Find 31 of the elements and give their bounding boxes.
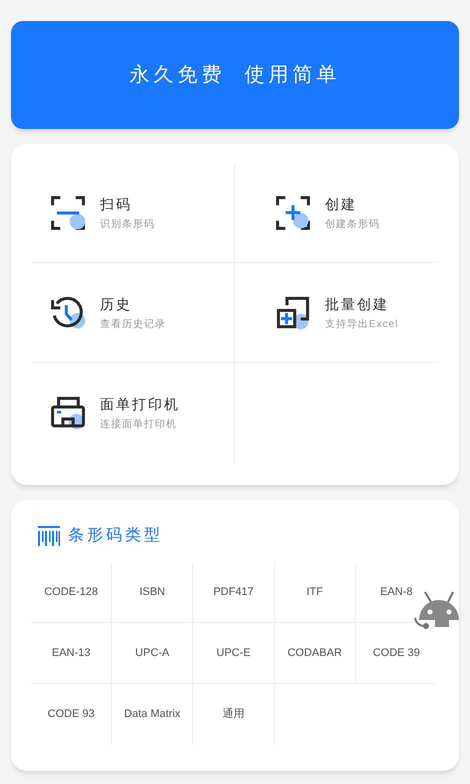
- feature-subtitle: 创建条形码: [325, 218, 380, 232]
- barcode-type[interactable]: CODE-128: [44, 584, 98, 600]
- barcode-type[interactable]: UPC-E: [216, 644, 251, 662]
- feature-title[interactable]: 创建: [325, 194, 380, 214]
- feature-subtitle: 连接面单打印机: [100, 418, 178, 432]
- feature-subtitle: 查看历史记录: [100, 318, 166, 332]
- barcode-type[interactable]: CODE 39: [372, 644, 420, 662]
- barcode-type[interactable]: EAN-13: [52, 644, 90, 662]
- copy-plus-icon: [275, 294, 311, 330]
- history-icon: [50, 294, 86, 330]
- feature-subtitle: 识别条形码: [100, 218, 155, 232]
- banner-text: 永久免费 使用简单: [129, 63, 341, 88]
- feature-title[interactable]: 历史: [100, 294, 166, 314]
- barcode-type[interactable]: 通用: [222, 706, 244, 723]
- barcode-type[interactable]: PDF417: [213, 584, 254, 600]
- barcode-type[interactable]: CODABAR: [287, 644, 342, 662]
- barcode-icon: [38, 526, 60, 546]
- barcode-type[interactable]: ISBN: [139, 584, 166, 600]
- barcode-type[interactable]: UPC-A: [135, 644, 170, 662]
- barcode-type[interactable]: ITF: [306, 584, 323, 600]
- create-icon: [275, 194, 311, 230]
- barcode-type[interactable]: EAN-8: [380, 584, 413, 600]
- printer-icon: [50, 395, 86, 431]
- feature-title[interactable]: 扫码: [100, 194, 155, 214]
- barcode-type[interactable]: Data Matrix: [124, 706, 180, 723]
- feature-subtitle: 支持导出Excel: [325, 318, 398, 332]
- feature-title[interactable]: 面单打印机: [100, 394, 180, 415]
- barcode-type[interactable]: CODE 93: [48, 706, 95, 723]
- feature-title[interactable]: 批量创建: [325, 294, 398, 314]
- section-title: 条形码类型: [68, 526, 163, 546]
- scan-icon: [50, 194, 86, 230]
